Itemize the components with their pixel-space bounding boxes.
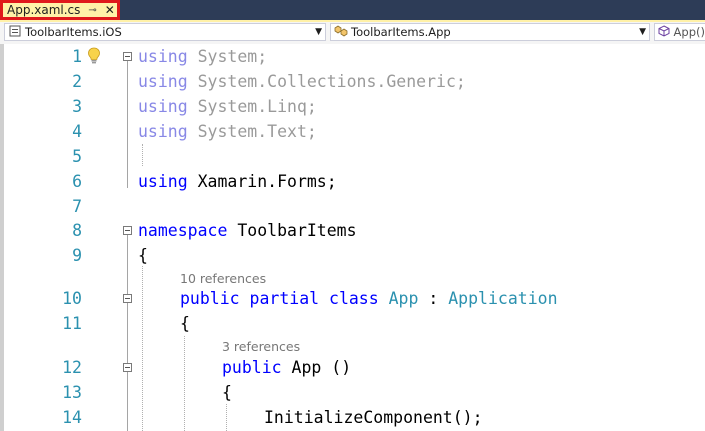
code-line[interactable]: 5	[0, 144, 705, 169]
code-line[interactable]: 9 {	[0, 243, 705, 268]
code-line[interactable]: 7	[0, 194, 705, 219]
line-number: 1	[72, 47, 82, 66]
keyword: using	[138, 172, 188, 191]
pin-icon[interactable]: ⊸	[88, 5, 96, 16]
project-dropdown[interactable]: ToolbarItems.iOS ▼	[4, 23, 326, 41]
navigation-bar: ToolbarItems.iOS ▼ ToolbarItems.App ▼ Ap…	[0, 22, 705, 45]
line-number: 2	[72, 72, 82, 91]
line-number: 14	[62, 408, 82, 427]
namespace-name: System;	[187, 47, 268, 66]
keyword: namespace	[138, 221, 228, 240]
keyword: public partial class	[180, 289, 379, 308]
method-call: InitializeComponent();	[264, 408, 483, 427]
brace: {	[180, 314, 190, 333]
document-tab-strip: App.xaml.cs ⊸ ✕	[0, 0, 705, 20]
base-class-name: Application	[448, 289, 558, 308]
member-dropdown-label: App()	[673, 25, 705, 39]
line-number: 11	[62, 314, 82, 333]
code-line[interactable]: 12 public App ()	[0, 355, 705, 380]
code-line[interactable]: 13 {	[0, 380, 705, 405]
code-line[interactable]: 3 using System.Linq;	[0, 94, 705, 119]
tab-title: App.xaml.cs	[7, 3, 81, 17]
line-number: 10	[62, 289, 82, 308]
class-name: App	[378, 289, 419, 308]
code-line[interactable]: 10 public partial class App : Applicatio…	[0, 286, 705, 311]
code-line[interactable]: 14 InitializeComponent();	[0, 405, 705, 430]
code-line[interactable]: 6 using Xamarin.Forms;	[0, 169, 705, 194]
brace: {	[222, 383, 232, 402]
keyword: using	[138, 47, 188, 66]
close-icon[interactable]: ✕	[105, 3, 115, 17]
tab-app-xaml-cs[interactable]: App.xaml.cs ⊸ ✕	[0, 0, 120, 20]
codelens-references[interactable]: 3 references	[222, 338, 300, 356]
class-icon	[334, 25, 348, 40]
chevron-down-icon: ▼	[315, 27, 322, 37]
code-line[interactable]: 1 using System;	[0, 44, 705, 69]
method-cube-icon	[658, 24, 671, 40]
line-number: 5	[72, 147, 82, 166]
colon: :	[418, 289, 449, 308]
line-number: 7	[72, 197, 82, 216]
line-number: 8	[72, 221, 82, 240]
member-dropdown[interactable]: App()	[654, 23, 705, 41]
brace: {	[138, 246, 148, 265]
line-number: 9	[72, 246, 82, 265]
line-number: 13	[62, 383, 82, 402]
line-number: 4	[72, 122, 82, 141]
keyword: using	[138, 97, 188, 116]
code-line[interactable]: 8 namespace ToolbarItems	[0, 218, 705, 243]
line-number: 12	[62, 358, 82, 377]
keyword: public	[222, 358, 282, 377]
line-number: 3	[72, 97, 82, 116]
code-editor[interactable]: 1 using System; 2 using System.Collectio…	[0, 44, 705, 431]
project-dropdown-label: ToolbarItems.iOS	[25, 25, 122, 39]
keyword: using	[138, 122, 188, 141]
namespace-name: System.Linq;	[187, 97, 317, 116]
type-dropdown[interactable]: ToolbarItems.App ▼	[330, 23, 650, 41]
chevron-down-icon: ▼	[639, 27, 646, 37]
namespace-name: System.Collections.Generic;	[187, 72, 466, 91]
code-line[interactable]: 2 using System.Collections.Generic;	[0, 69, 705, 94]
namespace-name: ToolbarItems	[227, 221, 357, 240]
type-dropdown-label: ToolbarItems.App	[351, 25, 451, 39]
line-number: 6	[72, 172, 82, 191]
constructor-name: App ()	[281, 358, 352, 377]
namespace-name: Xamarin.Forms;	[187, 172, 337, 191]
keyword: using	[138, 72, 188, 91]
code-line[interactable]: 4 using System.Text;	[0, 119, 705, 144]
csharp-project-icon	[8, 25, 22, 40]
code-line[interactable]: 11 {	[0, 311, 705, 336]
namespace-name: System.Text;	[187, 122, 317, 141]
